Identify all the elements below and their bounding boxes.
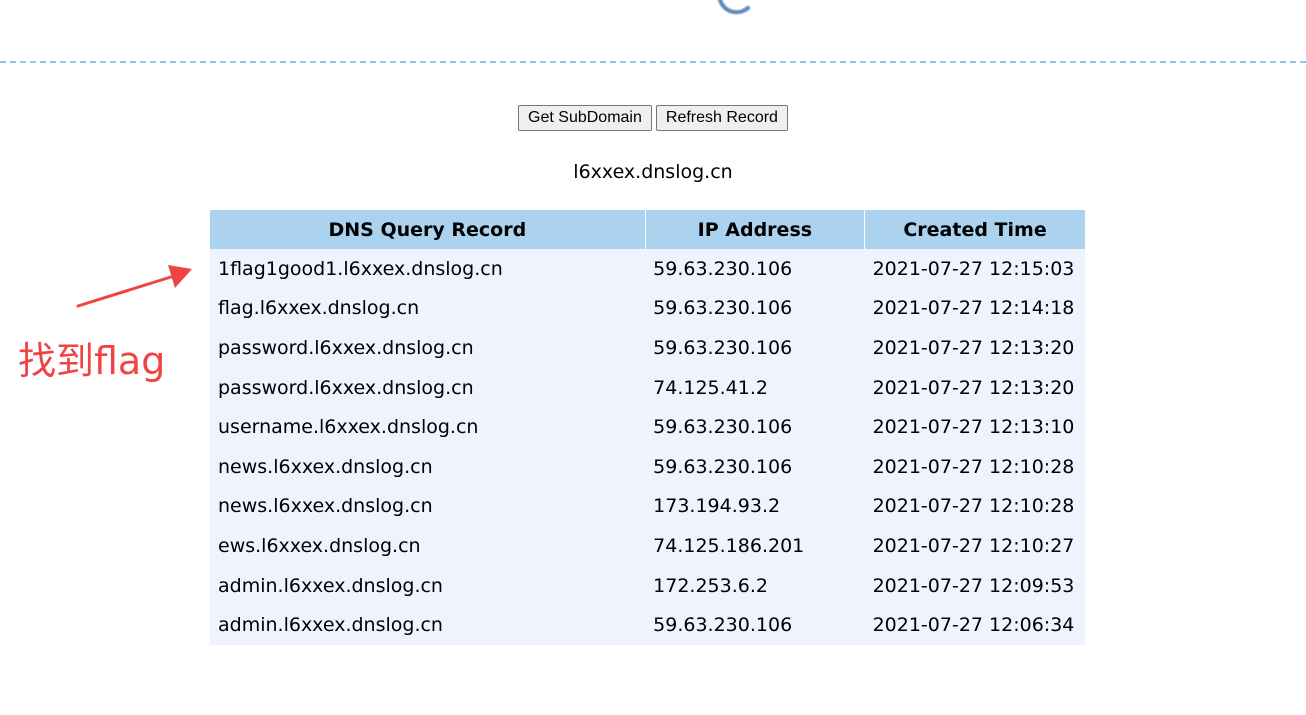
table-row: admin.l6xxex.dnslog.cn 59.63.230.106 202… (210, 605, 1085, 645)
cell-ip-address: 59.63.230.106 (645, 407, 865, 447)
annotation-text: 找到flag (18, 339, 166, 383)
table-row: news.l6xxex.dnslog.cn 59.63.230.106 2021… (210, 446, 1085, 487)
cell-created-time: 2021-07-27 12:10:28 (864, 486, 1085, 527)
table-header-row: DNS Query Record IP Address Created Time (210, 210, 1085, 249)
cell-created-time: 2021-07-27 12:15:03 (864, 249, 1085, 289)
cell-created-time: 2021-07-27 12:06:34 (864, 605, 1085, 645)
dns-record-table: DNS Query Record IP Address Created Time… (210, 210, 1085, 645)
cell-created-time: 2021-07-27 12:10:28 (864, 446, 1085, 487)
cell-created-time: 2021-07-27 12:13:20 (864, 367, 1085, 408)
cell-dns-record: news.l6xxex.dnslog.cn (210, 486, 646, 527)
header-dns-query-record: DNS Query Record (210, 210, 646, 249)
page: Get SubDomain Refresh Record l6xxex.dnsl… (0, 0, 1306, 715)
cell-created-time: 2021-07-27 12:10:27 (864, 526, 1085, 566)
table-row: flag.l6xxex.dnslog.cn 59.63.230.106 2021… (210, 288, 1085, 329)
cell-ip-address: 74.125.41.2 (645, 367, 865, 408)
table-row: username.l6xxex.dnslog.cn 59.63.230.106 … (210, 407, 1085, 447)
red-arrow-icon (76, 265, 192, 308)
subdomain-text: l6xxex.dnslog.cn (573, 161, 733, 183)
cell-created-time: 2021-07-27 12:13:20 (864, 328, 1085, 368)
cell-dns-record: password.l6xxex.dnslog.cn (210, 367, 646, 408)
button-row: Get SubDomain Refresh Record (0, 105, 1306, 131)
logo-fragment-icon (717, 0, 751, 15)
refresh-record-button[interactable]: Refresh Record (655, 105, 788, 131)
cell-created-time: 2021-07-27 12:09:53 (864, 565, 1085, 606)
cell-dns-record: username.l6xxex.dnslog.cn (210, 407, 646, 447)
cell-created-time: 2021-07-27 12:14:18 (864, 288, 1085, 329)
cell-created-time: 2021-07-27 12:13:10 (864, 407, 1085, 447)
dashed-divider (0, 61, 1306, 63)
cell-dns-record: 1flag1good1.l6xxex.dnslog.cn (210, 249, 646, 289)
cell-ip-address: 172.253.6.2 (645, 565, 865, 606)
cell-ip-address: 59.63.230.106 (645, 288, 865, 329)
table-row: news.l6xxex.dnslog.cn 173.194.93.2 2021-… (210, 486, 1085, 527)
cell-ip-address: 59.63.230.106 (645, 328, 865, 368)
cell-dns-record: ews.l6xxex.dnslog.cn (210, 526, 646, 566)
header-created-time: Created Time (864, 210, 1085, 249)
cell-dns-record: flag.l6xxex.dnslog.cn (210, 288, 646, 329)
table-row: 1flag1good1.l6xxex.dnslog.cn 59.63.230.1… (210, 249, 1085, 289)
cell-ip-address: 59.63.230.106 (645, 605, 865, 645)
cell-ip-address: 59.63.230.106 (645, 446, 865, 487)
cell-dns-record: password.l6xxex.dnslog.cn (210, 328, 646, 368)
cell-ip-address: 74.125.186.201 (645, 526, 865, 566)
cell-dns-record: admin.l6xxex.dnslog.cn (210, 565, 646, 606)
table-row: password.l6xxex.dnslog.cn 59.63.230.106 … (210, 328, 1085, 368)
table-row: admin.l6xxex.dnslog.cn 172.253.6.2 2021-… (210, 565, 1085, 606)
cell-dns-record: news.l6xxex.dnslog.cn (210, 446, 646, 487)
cell-dns-record: admin.l6xxex.dnslog.cn (210, 605, 646, 645)
cell-ip-address: 173.194.93.2 (645, 486, 865, 527)
get-subdomain-button[interactable]: Get SubDomain (518, 105, 652, 131)
header-ip-address: IP Address (645, 210, 866, 249)
table-row: password.l6xxex.dnslog.cn 74.125.41.2 20… (210, 367, 1085, 408)
table-row: ews.l6xxex.dnslog.cn 74.125.186.201 2021… (210, 526, 1085, 566)
cell-ip-address: 59.63.230.106 (645, 249, 865, 289)
